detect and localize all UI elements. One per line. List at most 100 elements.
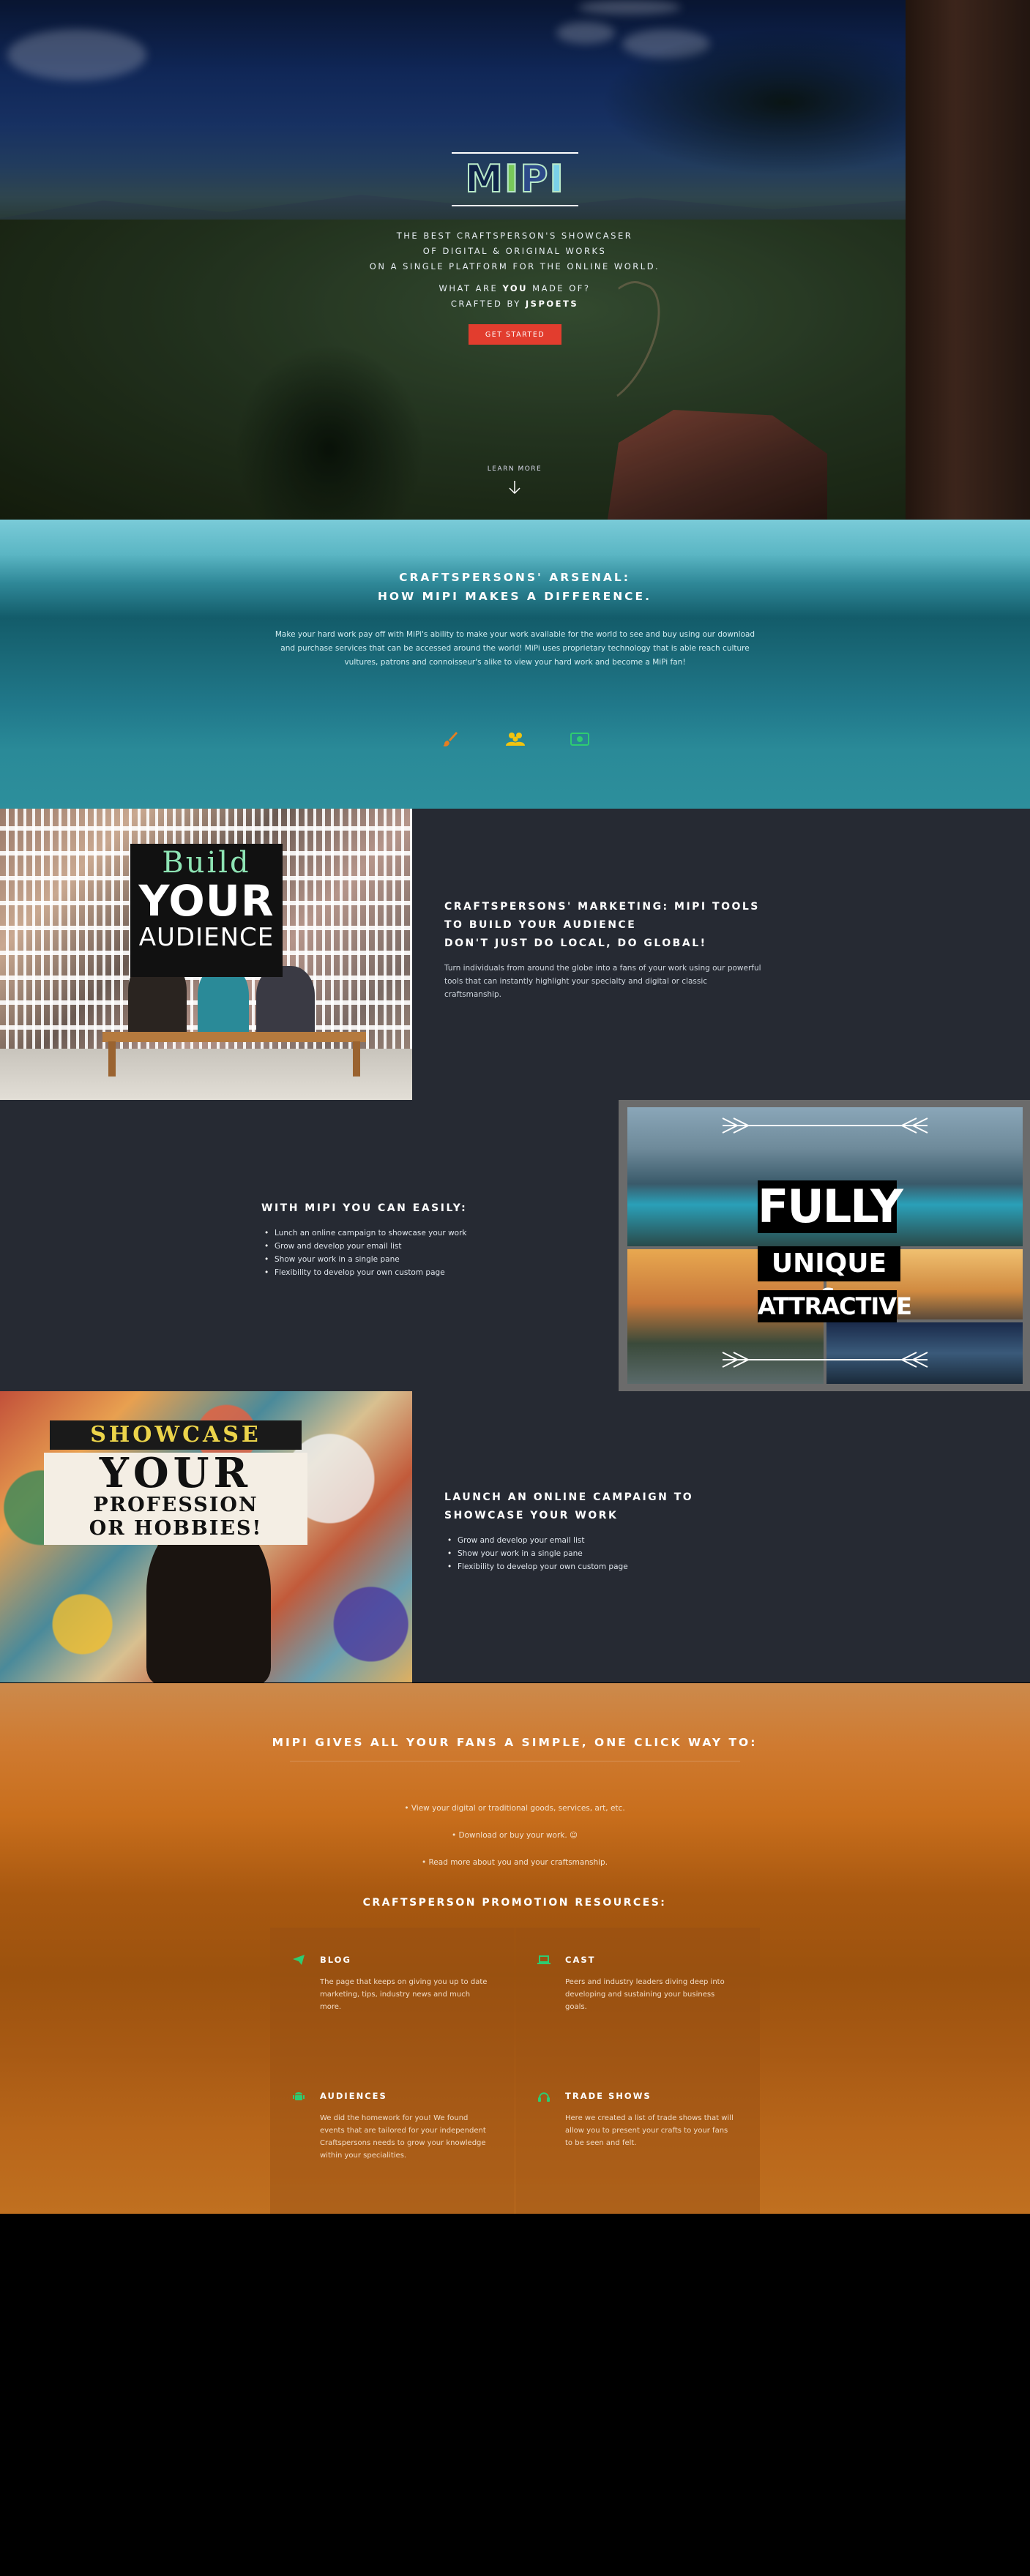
list-item: Show your work in a single pane [444,1547,774,1560]
question-prefix: WHAT ARE [439,283,503,293]
easily-text: WITH MIPI YOU CAN EASILY: Lunch an onlin… [261,1199,591,1279]
fan-benefit: • Download or buy your work. ☺ [452,1831,578,1840]
question-suffix: MADE OF? [528,283,591,293]
crafted-prefix: CRAFTED BY [450,299,526,309]
sign-word: AUDIENCE [138,923,275,952]
list-item: Lunch an online campaign to showcase you… [261,1227,591,1240]
question-line: WHAT ARE YOU MADE OF? [295,281,734,296]
sign-word: PROFESSION [93,1494,258,1516]
get-started-button[interactable]: GET STARTED [469,324,561,345]
logo-letter: P [519,157,550,201]
hero-section: M I P I THE BEST CRAFTSPERSON'S SHOWCASE… [0,0,1030,520]
list-item: Grow and develop your email list [444,1534,774,1547]
sign-panel: YOUR PROFESSION OR HOBBIES! [44,1453,307,1545]
android-icon [292,2090,305,2102]
title-line: HOW MIPI MAKES A DIFFERENCE. [377,590,652,603]
fans-title: MIPI GIVES ALL YOUR FANS A SIMPLE, ONE C… [272,1736,758,1749]
learn-more-link[interactable]: LEARN MORE [441,465,588,473]
sign-word: Build [162,846,251,880]
title-line: CRAFTSPERSONS' MARKETING: MIPI TOOLS [444,901,760,913]
card-header: TRADE SHOWS [537,2090,738,2102]
question-you: YOU [502,283,528,293]
hero-question: WHAT ARE YOU MADE OF? CRAFTED BY JSPOETS [295,281,734,312]
marketing-title: CRAFTSPERSONS' MARKETING: MIPI TOOLS TO … [444,898,774,953]
fan-benefit: • View your digital or traditional goods… [404,1804,625,1813]
card-header: CAST [537,1954,738,1966]
card-body: We did the homework for you! We found ev… [320,2114,486,2160]
easily-list: Lunch an online campaign to showcase you… [261,1227,591,1279]
build-audience-sign: Build YOUR AUDIENCE [130,844,283,977]
logo[interactable]: M I P I [452,152,578,206]
arsenal-body: Make your hard work pay off with MiPi's … [275,630,755,667]
marketing-section: Build YOUR AUDIENCE CRAFTSPERSONS' MARKE… [0,809,1030,1100]
arsenal-section: CRAFTSPERSONS' ARSENAL: HOW MIPI MAKES A… [0,520,1030,809]
title-line: DON'T JUST DO LOCAL, DO GLOBAL! [444,937,707,949]
showcase-sign: SHOWCASE YOUR PROFESSION OR HOBBIES! [44,1420,307,1545]
card-title: BLOG [320,1955,351,1965]
title-line: LAUNCH AN ONLINE CAMPAIGN TO [444,1491,694,1503]
marketing-text: CRAFTSPERSONS' MARKETING: MIPI TOOLS TO … [444,898,774,1001]
crafted-by-link[interactable]: JSPOETS [526,299,578,309]
card-header: AUDIENCES [292,2090,493,2102]
hero-tagline: THE BEST CRAFTSPERSON'S SHOWCASER OF DIG… [295,228,734,274]
logo-letter: M [464,157,504,201]
list-item: Flexibility to develop your own custom p… [261,1266,591,1279]
resource-card-audiences[interactable]: AUDIENCES We did the homework for you! W… [270,2064,515,2214]
build-audience-image: Build YOUR AUDIENCE [0,809,412,1100]
easily-section: WITH MIPI YOU CAN EASILY: Lunch an onlin… [0,1100,1030,1391]
bench [102,1032,366,1042]
sign-word: YOUR [138,876,275,926]
arrow-divider-icon [722,1117,928,1134]
sign-word: OR HOBBIES! [89,1517,263,1540]
arrow-divider-icon [722,1352,928,1368]
logo-letter: I [548,157,565,201]
paper-plane-icon [292,1954,305,1966]
campaign-text: LAUNCH AN ONLINE CAMPAIGN TO SHOWCASE YO… [444,1489,774,1573]
campaign-title: LAUNCH AN ONLINE CAMPAIGN TO SHOWCASE YO… [444,1489,774,1525]
sign-word: SHOWCASE [50,1420,302,1450]
arsenal-title: CRAFTSPERSONS' ARSENAL: HOW MIPI MAKES A… [258,568,771,606]
card-title: CAST [565,1955,596,1965]
bench-leg [108,1041,116,1077]
card-body: The page that keeps on giving you up to … [320,1978,488,2011]
card-title: AUDIENCES [320,2091,387,2101]
card-header: BLOG [292,1954,493,1966]
crafted-line: CRAFTED BY JSPOETS [295,296,734,312]
image-word-fully: FULLY [758,1180,903,1233]
logo-letter: I [504,157,520,201]
card-body: Here we created a list of trade shows th… [565,2114,734,2147]
campaign-section: SHOWCASE YOUR PROFESSION OR HOBBIES! LAU… [0,1391,1030,1682]
fully-unique-image: FULLY UNIQUE & ATTRACTIVE [619,1100,1030,1391]
campaign-list: Grow and develop your email list Show yo… [444,1534,774,1573]
title-line: SHOWCASE YOUR WORK [444,1510,619,1521]
list-item: Show your work in a single pane [261,1253,591,1266]
photo-grid: FULLY UNIQUE & ATTRACTIVE [627,1107,1023,1384]
fans-section: MIPI GIVES ALL YOUR FANS A SIMPLE, ONE C… [0,1683,1030,2214]
headphones-icon [537,2090,551,2102]
card-body: Peers and industry leaders diving deep i… [565,1978,725,2011]
tagline-line: ON A SINGLE PLATFORM FOR THE ONLINE WORL… [369,261,660,272]
fan-benefit: • Read more about you and your craftsman… [421,1858,608,1867]
title-line: TO BUILD YOUR AUDIENCE [444,919,637,931]
resources-title: CRAFTSPERSON PROMOTION RESOURCES: [362,1897,667,1909]
arrow-down-icon[interactable] [505,479,524,495]
resource-card-cast[interactable]: CAST Peers and industry leaders diving d… [515,1928,760,2064]
person [256,966,315,1039]
money-icon [558,724,602,754]
showcase-image: SHOWCASE YOUR PROFESSION OR HOBBIES! [0,1391,412,1682]
list-item: Grow and develop your email list [261,1240,591,1253]
tagline-line: OF DIGITAL & ORIGINAL WORKS [422,246,607,256]
marketing-body: Turn individuals from around the globe i… [444,964,761,999]
paintbrush-icon [428,724,472,754]
resource-card-blog[interactable]: BLOG The page that keeps on giving you u… [270,1928,515,2064]
image-word-unique: UNIQUE & [758,1246,900,1314]
resource-card-trade-shows[interactable]: TRADE SHOWS Here we created a list of tr… [515,2064,760,2214]
list-item: Flexibility to develop your own custom p… [444,1560,774,1573]
floor [0,1049,412,1100]
title-line: CRAFTSPERSONS' ARSENAL: [399,571,630,584]
easily-title: WITH MIPI YOU CAN EASILY: [261,1202,468,1214]
logo-text: M I P I [464,157,565,201]
image-word-attractive: ATTRACTIVE [758,1290,912,1322]
laptop-icon [537,1954,551,1966]
person [198,966,249,1039]
